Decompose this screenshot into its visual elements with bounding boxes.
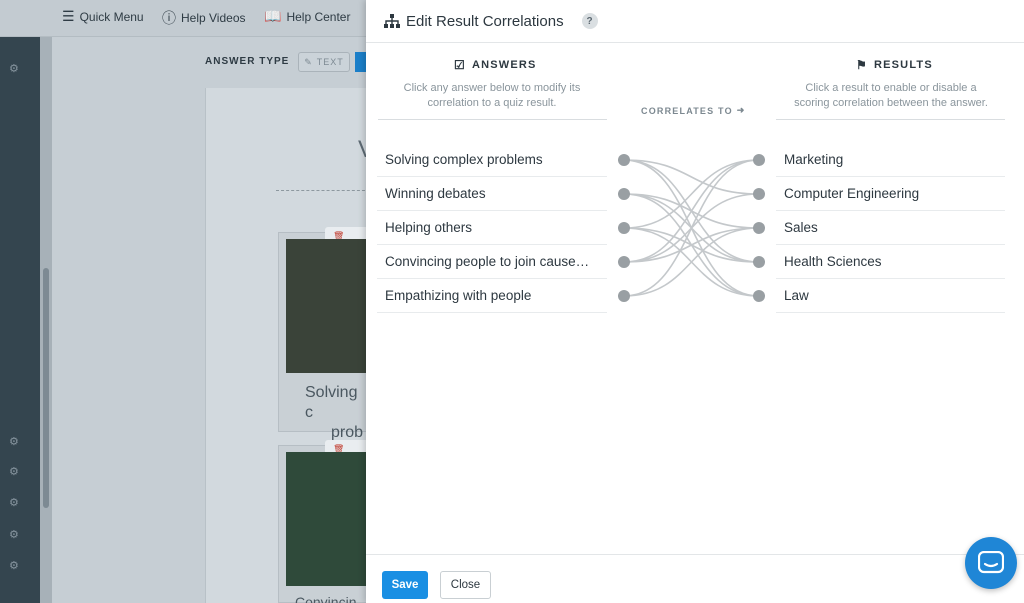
gear-icon: ⚙ — [9, 497, 19, 509]
help-center-link[interactable]: 📖 Help Center — [264, 8, 350, 25]
result-item[interactable]: Computer Engineering — [776, 177, 1005, 211]
result-item[interactable]: Health Sciences — [776, 245, 1005, 279]
quick-menu-link[interactable]: ☰ Quick Menu — [62, 8, 144, 25]
hamburger-icon: ☰ — [62, 8, 75, 24]
answers-divider — [378, 119, 607, 120]
correlation-link — [623, 227, 760, 297]
result-label: Sales — [784, 220, 818, 235]
edit-result-correlations-panel: Edit Result Correlations ? ☑ ANSWERS Cli… — [366, 0, 1024, 603]
correlates-to-text: CORRELATES TO — [641, 105, 733, 116]
answer-label: Solving complex problems — [385, 152, 543, 167]
result-connector-dot[interactable] — [753, 290, 765, 302]
answer-label: Empathizing with people — [385, 288, 532, 303]
answer-item[interactable]: Helping others — [377, 211, 607, 245]
answer-caption-line: Solving c — [305, 384, 358, 421]
answers-description-line: correlation to a quiz result. — [427, 97, 557, 109]
correlates-to-label: CORRELATES TO ➜ — [641, 105, 746, 116]
gear-icon: ⚙ — [9, 560, 19, 572]
answer-connector-dot[interactable] — [618, 256, 630, 268]
answer-item[interactable]: Winning debates — [377, 177, 607, 211]
chat-icon — [978, 551, 1004, 574]
results-divider — [776, 119, 1005, 120]
flag-icon: ⚑ — [856, 58, 868, 72]
answer-card[interactable]: 🗑 Convincin — [278, 440, 371, 603]
result-connector-dot[interactable] — [753, 256, 765, 268]
results-list: Marketing Computer Engineering Sales Hea… — [776, 143, 1005, 313]
answer-type-label: ANSWER TYPE — [205, 56, 290, 67]
correlation-link — [623, 159, 760, 297]
correlation-link — [623, 159, 760, 229]
results-description: Click a result to enable or disable a sc… — [776, 81, 1006, 111]
book-icon: 📖 — [264, 8, 282, 24]
help-button[interactable]: ? — [581, 13, 598, 29]
panel-footer: Save Close — [366, 554, 1024, 603]
answer-caption: Solving c prob — [305, 383, 369, 443]
answers-heading: ☑ ANSWERS — [454, 58, 537, 72]
results-heading-label: RESULTS — [873, 59, 933, 71]
results-description-line: Click a result to enable or disable a — [805, 82, 977, 94]
result-connector-dot[interactable] — [753, 222, 765, 234]
close-button[interactable]: Close — [440, 571, 491, 599]
answer-connector-dot[interactable] — [618, 154, 630, 166]
gear-icon: ⚙ — [9, 529, 19, 541]
results-description-line: scoring correlation between the answer. — [794, 97, 988, 109]
chat-launcher-button[interactable] — [965, 537, 1017, 589]
answer-label: Helping others — [385, 220, 473, 235]
result-item[interactable]: Marketing — [776, 143, 1005, 177]
gear-icon: ⚙ — [9, 466, 19, 478]
answer-item[interactable]: Convincing people to join cause… — [377, 245, 607, 279]
answers-heading-label: ANSWERS — [471, 59, 537, 71]
panel-header: Edit Result Correlations ? — [366, 0, 1024, 43]
divider — [276, 190, 370, 191]
arrow-right-icon: ➜ — [736, 105, 746, 115]
answer-connector-dot[interactable] — [618, 290, 630, 302]
correlation-link — [623, 159, 760, 263]
answers-description-line: Click any answer below to modify its — [403, 82, 581, 94]
gear-icon: ⚙ — [9, 436, 19, 448]
answer-item[interactable]: Solving complex problems — [377, 143, 607, 177]
answers-list: Solving complex problems Winning debates… — [377, 143, 607, 313]
result-connector-dot[interactable] — [753, 154, 765, 166]
correlation-links — [618, 154, 765, 302]
text-answer-type-label: TEXT — [316, 57, 344, 67]
text-answer-type-button[interactable]: ✎ TEXT — [298, 52, 350, 72]
answer-label: Convincing people to join cause… — [385, 254, 590, 269]
answer-connector-dot[interactable] — [618, 222, 630, 234]
result-label: Health Sciences — [784, 254, 882, 269]
result-item[interactable]: Law — [776, 279, 1005, 313]
pencil-icon: ✎ — [304, 56, 313, 67]
results-heading: ⚑ RESULTS — [856, 58, 933, 72]
answer-connector-dot[interactable] — [618, 188, 630, 200]
answer-caption: Convincin — [295, 594, 357, 603]
check-square-icon: ☑ — [454, 58, 466, 72]
quick-menu-label: Quick Menu — [79, 9, 144, 24]
answer-image — [286, 452, 369, 586]
answer-card[interactable]: 🗑 Solving c prob — [278, 227, 371, 441]
sidebar-scrollbar-thumb[interactable] — [43, 268, 49, 508]
answer-label: Winning debates — [385, 186, 486, 201]
answer-item[interactable]: Empathizing with people — [377, 279, 607, 313]
answers-description: Click any answer below to modify its cor… — [378, 81, 606, 111]
result-label: Computer Engineering — [784, 186, 920, 201]
left-sidebar: ⚙ ⚙ ⚙ ⚙ ⚙ ⚙ — [0, 37, 40, 603]
answer-image — [286, 239, 369, 373]
result-item[interactable]: Sales — [776, 211, 1005, 245]
correlation-link — [623, 227, 760, 263]
panel-title: Edit Result Correlations — [406, 12, 564, 30]
gear-icon: ⚙ — [9, 63, 19, 75]
question-circle-icon: ⓘ — [162, 10, 176, 26]
result-connector-dot[interactable] — [753, 188, 765, 200]
help-videos-label: Help Videos — [181, 11, 246, 25]
result-label: Marketing — [784, 152, 844, 167]
help-videos-link[interactable]: ⓘ Help Videos — [162, 8, 246, 28]
sitemap-icon — [384, 14, 400, 28]
result-label: Law — [784, 288, 809, 303]
save-button[interactable]: Save — [382, 571, 428, 599]
help-center-label: Help Center — [286, 9, 351, 24]
